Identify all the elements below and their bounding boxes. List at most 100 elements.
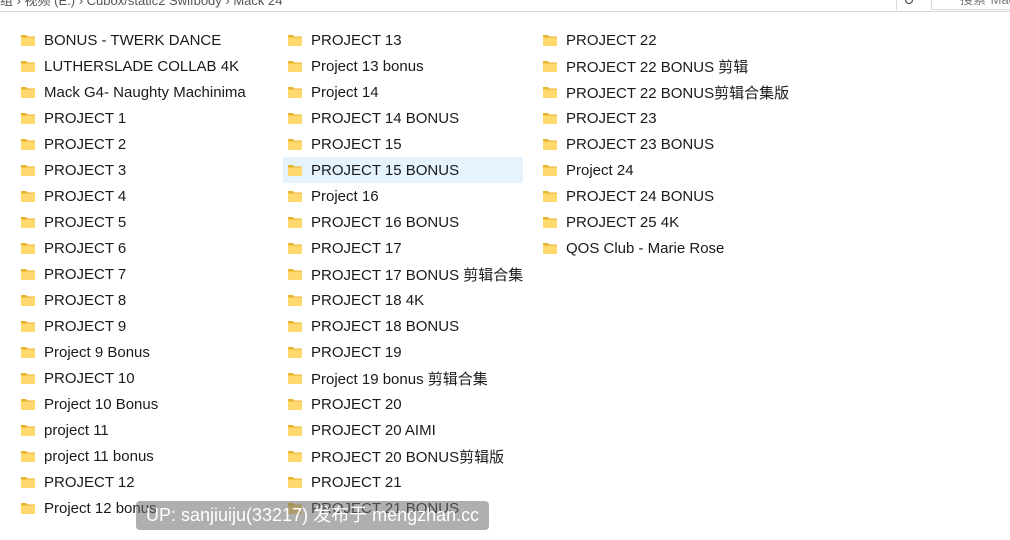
folder-item[interactable]: PROJECT 9 (16, 313, 270, 339)
folder-item[interactable]: Project 24 (538, 157, 798, 183)
address-bar: 组 › 视频 (E:) › Cubox/static2 Swifbody › M… (0, 0, 1010, 12)
folder-item[interactable]: PROJECT 7 (16, 261, 270, 287)
folder-item[interactable]: PROJECT 12 (16, 469, 270, 495)
folder-icon (288, 295, 302, 306)
folder-icon (288, 113, 302, 124)
folder-item[interactable]: PROJECT 17 (283, 235, 523, 261)
folder-icon (21, 191, 35, 202)
folder-item[interactable]: PROJECT 22 BONUS 剪辑 (538, 53, 798, 79)
folder-item[interactable]: Project 14 (283, 79, 523, 105)
folder-name: PROJECT 7 (44, 265, 127, 283)
folder-item[interactable]: PROJECT 18 4K (283, 287, 523, 313)
folder-name: PROJECT 5 (44, 213, 127, 231)
folder-name: Project 16 (311, 187, 379, 205)
folder-item[interactable]: Project 16 (283, 183, 523, 209)
folder-item[interactable]: PROJECT 3 (16, 157, 270, 183)
folder-column-2: PROJECT 13 Project 13 bonus Project 14 PROJ… (283, 27, 523, 521)
folder-name: PROJECT 15 (311, 135, 402, 153)
folder-item[interactable]: PROJECT 5 (16, 209, 270, 235)
folder-item[interactable]: PROJECT 24 BONUS (538, 183, 798, 209)
folder-item[interactable]: PROJECT 20 (283, 391, 523, 417)
folder-icon (288, 321, 302, 332)
folder-icon (288, 165, 302, 176)
folder-name: PROJECT 17 BONUS 剪辑合集 (311, 266, 524, 284)
folder-name: project 11 (44, 421, 109, 439)
folder-name: PROJECT 10 (44, 369, 135, 387)
folder-icon (543, 87, 557, 98)
folder-name: PROJECT 22 BONUS 剪辑 (566, 58, 749, 76)
folder-name: PROJECT 19 (311, 343, 402, 361)
folder-name: PROJECT 20 AIMI (311, 421, 436, 439)
folder-item[interactable]: LUTHERSLADE COLLAB 4K (16, 53, 270, 79)
folder-item[interactable]: project 11 bonus (16, 443, 270, 469)
folder-icon (543, 139, 557, 150)
folder-name: PROJECT 13 (311, 31, 402, 49)
folder-item[interactable]: QOS Club - Marie Rose (538, 235, 798, 261)
folder-icon (288, 347, 302, 358)
folder-icon (21, 477, 35, 488)
folder-icon (288, 477, 302, 488)
folder-name: Project 10 Bonus (44, 395, 159, 413)
folder-column-3: PROJECT 22 PROJECT 22 BONUS 剪辑 PROJECT 22 … (538, 27, 798, 261)
folder-item[interactable]: PROJECT 25 4K (538, 209, 798, 235)
folder-item[interactable]: Project 10 Bonus (16, 391, 270, 417)
folder-item[interactable]: PROJECT 6 (16, 235, 270, 261)
folder-item[interactable]: PROJECT 10 (16, 365, 270, 391)
folder-name: BONUS - TWERK DANCE (44, 31, 222, 49)
refresh-button[interactable] (896, 0, 921, 10)
folder-icon (21, 87, 35, 98)
folder-item[interactable]: PROJECT 4 (16, 183, 270, 209)
folder-item[interactable]: PROJECT 8 (16, 287, 270, 313)
breadcrumb[interactable]: 组 › 视频 (E:) › Cubox/static2 Swifbody › M… (0, 0, 282, 9)
folder-item[interactable]: PROJECT 16 BONUS (283, 209, 523, 235)
folder-icon (288, 61, 302, 72)
folder-name: PROJECT 9 (44, 317, 127, 335)
folder-name: PROJECT 2 (44, 135, 127, 153)
folder-name: PROJECT 18 BONUS (311, 317, 460, 335)
folder-item[interactable]: Mack G4- Naughty Machinima (16, 79, 270, 105)
folder-item[interactable]: PROJECT 23 BONUS (538, 131, 798, 157)
folder-icon (288, 451, 302, 462)
folder-icon (543, 35, 557, 46)
folder-icon (288, 399, 302, 410)
folder-item[interactable]: Project 19 bonus 剪辑合集 (283, 365, 523, 391)
folder-item[interactable]: PROJECT 14 BONUS (283, 105, 523, 131)
folder-item[interactable]: PROJECT 15 (283, 131, 523, 157)
folder-item[interactable]: Project 13 bonus (283, 53, 523, 79)
folder-icon (21, 503, 35, 514)
folder-item[interactable]: PROJECT 15 BONUS (283, 157, 523, 183)
folder-item[interactable]: PROJECT 17 BONUS 剪辑合集 (283, 261, 523, 287)
folder-icon (288, 243, 302, 254)
folder-item[interactable]: PROJECT 13 (283, 27, 523, 53)
folder-item[interactable]: PROJECT 20 AIMI (283, 417, 523, 443)
folder-name: PROJECT 23 (566, 109, 657, 127)
folder-icon (21, 61, 35, 72)
folder-icon (288, 217, 302, 228)
folder-item[interactable]: PROJECT 20 BONUS剪辑版 (283, 443, 523, 469)
folder-icon (543, 191, 557, 202)
folder-icon (288, 139, 302, 150)
folder-icon (288, 269, 302, 280)
folder-name: PROJECT 12 (44, 473, 135, 491)
folder-item[interactable]: PROJECT 23 (538, 105, 798, 131)
folder-item[interactable]: PROJECT 22 BONUS剪辑合集版 (538, 79, 798, 105)
folder-item[interactable]: PROJECT 1 (16, 105, 270, 131)
folder-item[interactable]: PROJECT 22 (538, 27, 798, 53)
folder-item[interactable]: PROJECT 2 (16, 131, 270, 157)
folder-name: PROJECT 20 (311, 395, 402, 413)
folder-name: PROJECT 24 BONUS (566, 187, 715, 205)
folder-item[interactable]: BONUS - TWERK DANCE (16, 27, 270, 53)
folder-item[interactable]: PROJECT 21 (283, 469, 523, 495)
folder-item[interactable]: project 11 (16, 417, 270, 443)
folder-item[interactable]: Project 9 Bonus (16, 339, 270, 365)
folder-name: Project 14 (311, 83, 379, 101)
search-input[interactable]: 搜索"MackG (931, 0, 1010, 10)
folder-icon (21, 35, 35, 46)
watermark: UP: sanjiuiju(33217) 发布于 mengzhan.cc (136, 501, 490, 530)
folder-name: PROJECT 6 (44, 239, 127, 257)
folder-item[interactable]: PROJECT 18 BONUS (283, 313, 523, 339)
folder-icon (21, 113, 35, 124)
folder-name: PROJECT 22 BONUS剪辑合集版 (566, 84, 790, 102)
folder-item[interactable]: PROJECT 19 (283, 339, 523, 365)
folder-icon (543, 243, 557, 254)
